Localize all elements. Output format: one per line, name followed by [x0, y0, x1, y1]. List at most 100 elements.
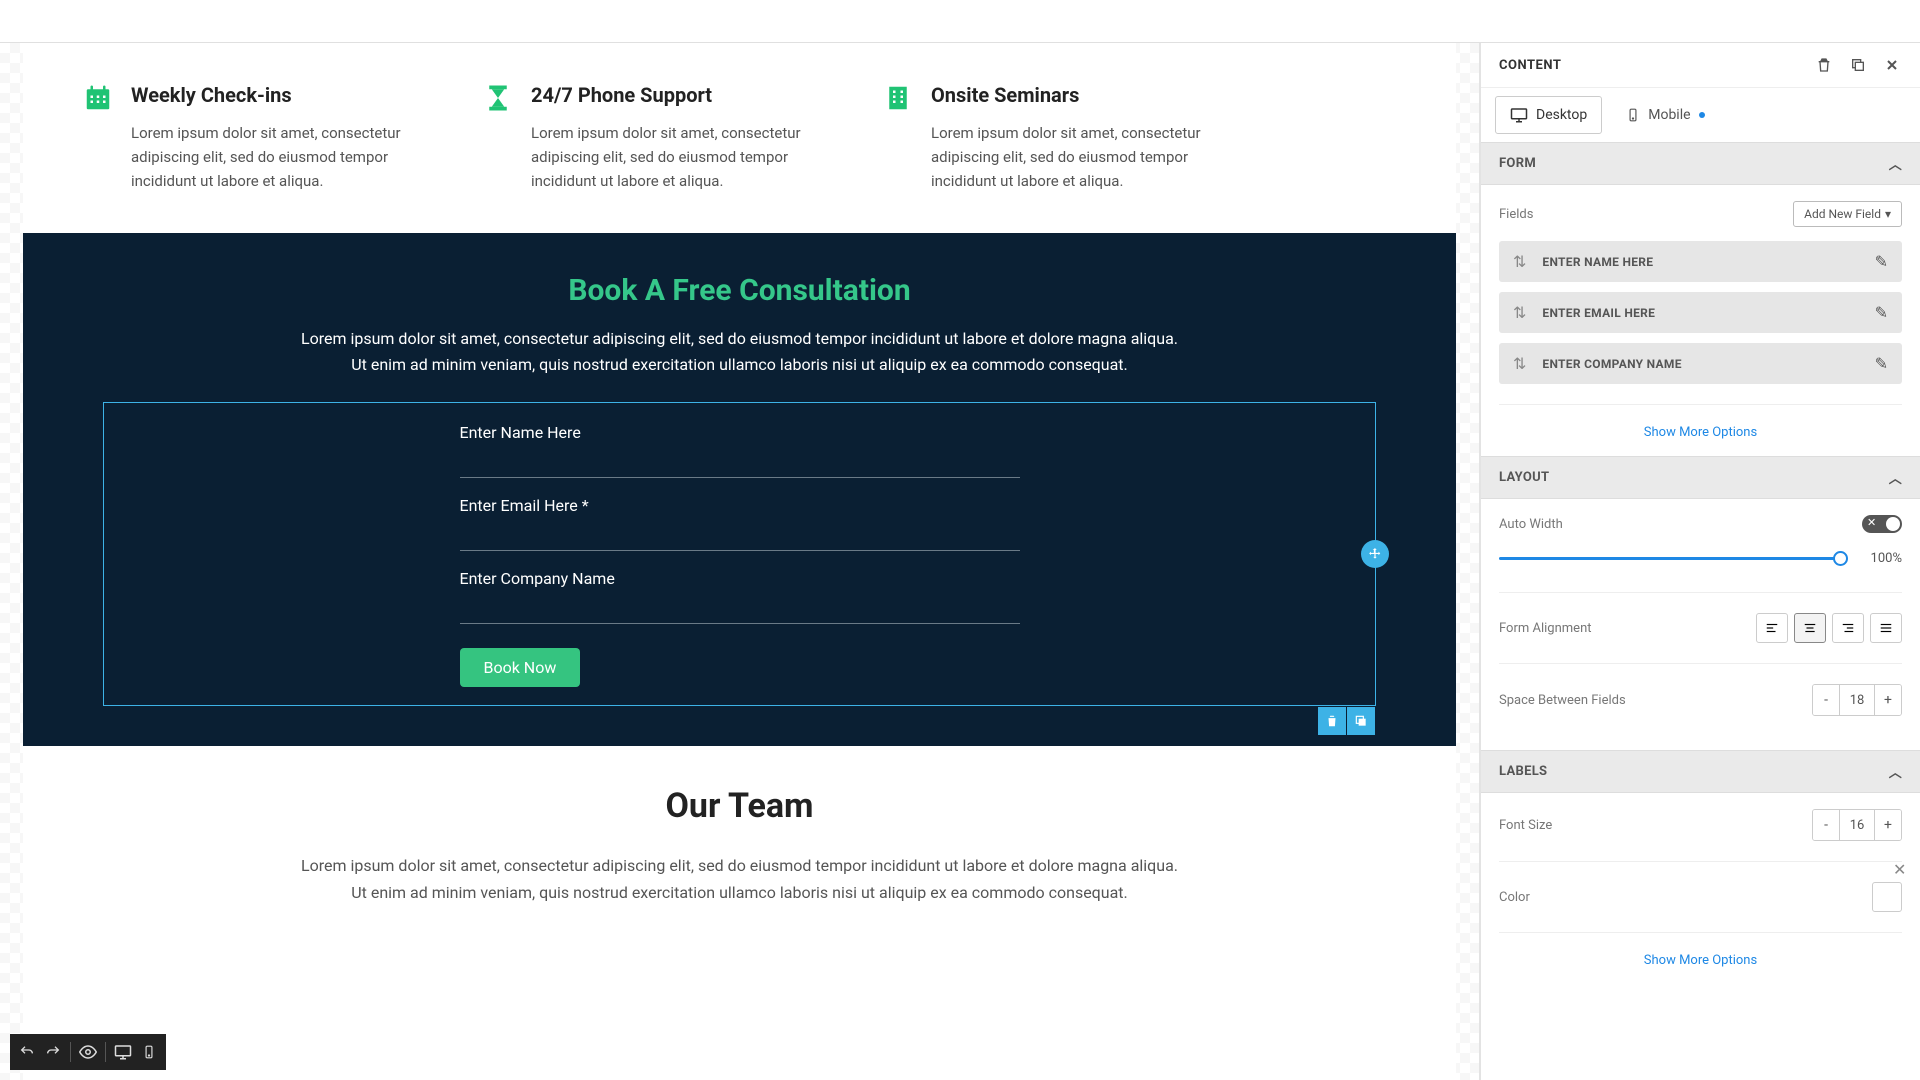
caret-down-icon: ▾: [1885, 207, 1891, 221]
form-block-selected[interactable]: Enter Name Here Enter Email Here * Enter…: [103, 402, 1376, 706]
feature-desc: Lorem ipsum dolor sit amet, consectetur …: [531, 121, 823, 193]
color-swatch[interactable]: [1872, 882, 1902, 912]
tab-mobile[interactable]: Mobile: [1612, 96, 1718, 134]
preview-button[interactable]: [75, 1034, 101, 1070]
layout-section-header[interactable]: LAYOUT ︿: [1481, 456, 1920, 499]
indicator-dot: [1699, 112, 1705, 118]
drag-handle-icon[interactable]: ⇅: [1513, 303, 1526, 322]
team-section: Our Team Lorem ipsum dolor sit amet, con…: [23, 746, 1456, 946]
feature-item: Onsite Seminars Lorem ipsum dolor sit am…: [883, 83, 1223, 193]
feature-desc: Lorem ipsum dolor sit amet, consectetur …: [931, 121, 1223, 193]
redo-button[interactable]: [40, 1034, 66, 1070]
edit-icon[interactable]: ✎: [1875, 354, 1888, 373]
align-justify-button[interactable]: [1870, 613, 1902, 643]
show-more-link[interactable]: Show More Options: [1499, 953, 1902, 968]
field-row[interactable]: ⇅ ENTER NAME HERE ✎: [1499, 241, 1902, 282]
features-row: Weekly Check-ins Lorem ipsum dolor sit a…: [23, 43, 1456, 233]
book-now-button[interactable]: Book Now: [460, 648, 581, 687]
sidebar-title: CONTENT: [1499, 58, 1800, 73]
feature-title: 24/7 Phone Support: [531, 83, 823, 107]
desktop-view-button[interactable]: [110, 1034, 136, 1070]
increment-button[interactable]: +: [1875, 810, 1901, 840]
team-title: Our Team: [23, 786, 1456, 826]
field-row[interactable]: ⇅ ENTER COMPANY NAME ✎: [1499, 343, 1902, 384]
show-more-link[interactable]: Show More Options: [1499, 425, 1902, 440]
block-tools: [1317, 707, 1375, 735]
feature-title: Onsite Seminars: [931, 83, 1223, 107]
feature-item: Weekly Check-ins Lorem ipsum dolor sit a…: [83, 83, 423, 193]
increment-button[interactable]: +: [1875, 685, 1901, 715]
edit-icon[interactable]: ✎: [1875, 303, 1888, 322]
fields-label: Fields: [1499, 207, 1533, 222]
tab-label: Desktop: [1536, 107, 1587, 123]
name-input[interactable]: [460, 450, 1020, 478]
drag-handle-icon[interactable]: ⇅: [1513, 252, 1526, 271]
feature-desc: Lorem ipsum dolor sit amet, consectetur …: [131, 121, 423, 193]
duplicate-block-button[interactable]: [1347, 707, 1375, 735]
width-value: 100%: [1860, 551, 1902, 566]
font-size-stepper: - +: [1812, 809, 1902, 841]
form-section-header[interactable]: FORM ︿: [1481, 142, 1920, 185]
delete-icon[interactable]: [1814, 55, 1834, 75]
section-title: FORM: [1499, 156, 1536, 171]
auto-width-toggle[interactable]: ✕: [1862, 515, 1902, 533]
separator: [70, 1042, 71, 1062]
booking-desc: Lorem ipsum dolor sit amet, consectetur …: [300, 326, 1180, 377]
chevron-up-icon: ︿: [1889, 762, 1902, 781]
form-alignment-label: Form Alignment: [1499, 621, 1592, 636]
mobile-view-button[interactable]: [136, 1034, 162, 1070]
section-title: LAYOUT: [1499, 470, 1549, 485]
space-between-label: Space Between Fields: [1499, 693, 1626, 708]
field-row[interactable]: ⇅ ENTER EMAIL HERE ✎: [1499, 292, 1902, 333]
desktop-icon: [1510, 106, 1528, 124]
name-label: Enter Name Here: [460, 423, 1020, 442]
company-label: Enter Company Name: [460, 569, 1020, 588]
email-label: Enter Email Here *: [460, 496, 1020, 515]
divider: [1499, 404, 1902, 405]
auto-width-label: Auto Width: [1499, 517, 1563, 532]
feature-item: 24/7 Phone Support Lorem ipsum dolor sit…: [483, 83, 823, 193]
edit-icon[interactable]: ✎: [1875, 252, 1888, 271]
labels-section-header[interactable]: LABELS ︿: [1481, 750, 1920, 793]
delete-block-button[interactable]: [1318, 707, 1346, 735]
reset-color-icon[interactable]: ✕: [1893, 860, 1907, 874]
chevron-up-icon: ︿: [1889, 468, 1902, 487]
align-center-button[interactable]: [1794, 613, 1826, 643]
color-label: Color: [1499, 890, 1530, 905]
align-right-button[interactable]: [1832, 613, 1864, 643]
building-icon: [883, 83, 913, 113]
drag-handle-icon[interactable]: ⇅: [1513, 354, 1526, 373]
divider: [1499, 663, 1902, 664]
field-name: ENTER EMAIL HERE: [1542, 306, 1874, 320]
team-desc: Lorem ipsum dolor sit amet, consectetur …: [300, 852, 1180, 906]
font-size-label: Font Size: [1499, 818, 1552, 833]
feature-title: Weekly Check-ins: [131, 83, 423, 107]
decrement-button[interactable]: -: [1813, 810, 1839, 840]
company-input[interactable]: [460, 596, 1020, 624]
add-field-button[interactable]: Add New Field▾: [1793, 201, 1902, 227]
duplicate-icon[interactable]: [1848, 55, 1868, 75]
width-slider[interactable]: [1499, 557, 1846, 560]
separator: [105, 1042, 106, 1062]
hourglass-icon: [483, 83, 513, 113]
top-bar: [0, 0, 1920, 43]
booking-title: Book A Free Consultation: [23, 273, 1456, 308]
tab-desktop[interactable]: Desktop: [1495, 96, 1602, 134]
editor-canvas[interactable]: Weekly Check-ins Lorem ipsum dolor sit a…: [0, 43, 1479, 1080]
move-handle-icon[interactable]: [1361, 540, 1389, 568]
divider: [1499, 861, 1902, 862]
field-name: ENTER NAME HERE: [1542, 255, 1874, 269]
decrement-button[interactable]: -: [1813, 685, 1839, 715]
sidebar-header: CONTENT: [1481, 43, 1920, 88]
mobile-icon: [1626, 108, 1640, 122]
close-icon[interactable]: [1882, 55, 1902, 75]
slider-thumb[interactable]: [1833, 551, 1848, 566]
calendar-icon: [83, 83, 113, 113]
properties-sidebar: CONTENT Desktop Mobile FORM ︿ Fields Add: [1479, 43, 1920, 1080]
email-input[interactable]: [460, 523, 1020, 551]
space-value-input[interactable]: [1839, 685, 1875, 715]
divider: [1499, 932, 1902, 933]
undo-button[interactable]: [14, 1034, 40, 1070]
align-left-button[interactable]: [1756, 613, 1788, 643]
font-size-input[interactable]: [1839, 810, 1875, 840]
